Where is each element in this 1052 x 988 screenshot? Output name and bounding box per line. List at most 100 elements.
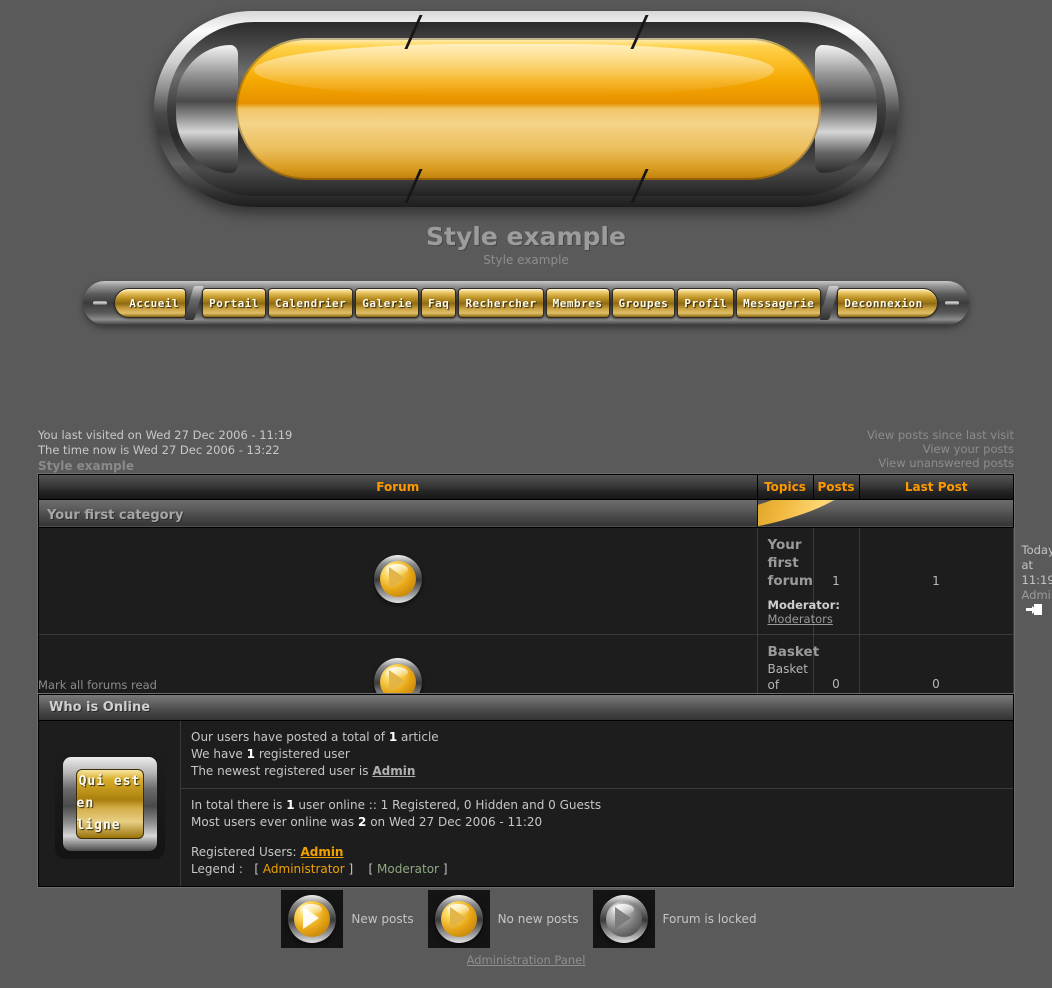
nav-item-label: Portail: [209, 296, 259, 310]
administration-panel-link[interactable]: Administration Panel: [0, 953, 1052, 967]
legend-icon-tile: [281, 890, 344, 948]
legend-moderator[interactable]: Moderator: [377, 862, 439, 876]
nav-item-messagerie[interactable]: Messagerie: [736, 288, 822, 318]
current-time-text: The time now is Wed 27 Dec 2006 - 13:22: [38, 443, 280, 457]
legend-label-no-new-posts: No new posts: [497, 912, 579, 926]
nav-item-label: Deconnexion: [844, 296, 923, 310]
legend-bracket-open: [: [368, 862, 374, 876]
column-header-last-post: Last Post: [859, 475, 1013, 500]
nav-item-label: Messagerie: [743, 296, 815, 310]
nav-item-portail[interactable]: Portail: [202, 288, 266, 318]
new-posts-icon: [288, 895, 337, 943]
view-posts-since-last-visit-link[interactable]: View posts since last visit: [867, 428, 1014, 442]
online-record-count: 2: [358, 815, 367, 829]
legend-line: Legend : [ Administrator ] [ Moderator ]: [191, 861, 1003, 878]
nav-item-membres[interactable]: Membres: [545, 288, 610, 318]
badge-line-1: Qui est: [78, 773, 141, 789]
registered-users-line: We have 1 registered user: [191, 746, 1003, 763]
nav-item-label: Membres: [552, 296, 603, 310]
view-your-posts-link[interactable]: View your posts: [867, 442, 1014, 456]
nav-item-label: Rechercher: [465, 296, 537, 310]
nav-item-calendrier[interactable]: Calendrier: [267, 288, 354, 318]
no-new-posts-icon: [373, 554, 422, 603]
who-is-online-header: Who is Online: [39, 695, 1013, 721]
forum-table-header-row: Forum Topics Posts Last Post: [39, 475, 1013, 500]
legend-bracket-close: ]: [442, 862, 448, 876]
legend-item-forum-locked: Forum is locked: [592, 890, 757, 948]
mark-all-forums-read-link[interactable]: Mark all forums read: [38, 678, 157, 692]
registered-prefix: We have: [191, 747, 243, 761]
newest-user-prefix: The newest registered user is: [191, 764, 369, 778]
who-is-online-panel: Who is Online Qui est en ligne Our users…: [38, 694, 1014, 887]
legend-bracket-open: [: [254, 862, 260, 876]
newest-user-link[interactable]: Admin: [372, 764, 415, 778]
nav-item-label: Galerie: [362, 296, 413, 310]
legend-icon-tile: [592, 890, 655, 948]
newest-user-line: The newest registered user is Admin: [191, 763, 1003, 780]
total-posts-count: 1: [388, 730, 398, 744]
online-user-admin-link[interactable]: Admin: [300, 845, 343, 859]
nav-item-rechercher[interactable]: Rechercher: [458, 288, 544, 318]
banner-gold-pill: [235, 38, 821, 180]
forum-title-link[interactable]: Your first forum: [768, 536, 813, 590]
forum-title-link[interactable]: Basket: [768, 643, 820, 661]
main-navigation: Accueil Portail Calendrier Galerie Faq R…: [0, 267, 1052, 325]
moderator-link[interactable]: Moderators: [768, 612, 833, 626]
nav-separator: [184, 286, 204, 320]
category-label[interactable]: Your first category: [47, 508, 184, 523]
category-decoration: [757, 499, 1013, 528]
nav-item-profil[interactable]: Profil: [677, 288, 735, 318]
legend-label-forum-locked: Forum is locked: [662, 912, 757, 926]
posts-count: 1: [859, 526, 1014, 634]
breadcrumb: Style example: [38, 459, 134, 473]
total-posts-prefix: Our users have posted a total of: [191, 730, 386, 744]
who-is-online-body: Qui est en ligne Our users have posted a…: [39, 721, 1013, 886]
nav-item-faq[interactable]: Faq: [421, 288, 457, 318]
column-header-forum: Forum: [39, 475, 758, 500]
forum-status-icon-cell: [39, 526, 758, 634]
nav-item-groupes[interactable]: Groupes: [611, 288, 676, 318]
who-is-online-text-cell: Our users have posted a total of 1 artic…: [181, 721, 1013, 886]
icon-legend: New posts No new posts Forum is locked: [0, 890, 1052, 948]
legend-item-new-posts: New posts: [281, 890, 414, 948]
site-banner: [0, 0, 1052, 218]
forum-name-cell: Your first forum Moderator: Moderators: [757, 526, 840, 634]
registered-count: 1: [246, 747, 255, 761]
category-row: Your first category: [39, 499, 1013, 528]
legend-bracket-close: ]: [348, 862, 354, 876]
nav-item-galerie[interactable]: Galerie: [355, 288, 420, 318]
moderator-label: Moderator:: [767, 597, 840, 612]
legend-administrator[interactable]: Administrator: [263, 862, 345, 876]
nav-item-label: Groupes: [618, 296, 669, 310]
nav-item-label: Faq: [428, 296, 450, 310]
who-is-online-title: Who is Online: [49, 700, 151, 715]
online-record-suffix: on Wed 27 Dec 2006 - 11:20: [370, 815, 543, 829]
legend-icon-tile: [427, 890, 490, 948]
badge-line-2: en ligne: [76, 795, 121, 833]
column-header-topics: Topics: [757, 475, 814, 500]
last-visit-text: You last visited on Wed 27 Dec 2006 - 11…: [38, 428, 293, 442]
legend-label: Legend :: [191, 862, 243, 876]
nav-item-deconnexion[interactable]: Deconnexion: [837, 288, 938, 318]
nav-item-label: Accueil: [129, 296, 180, 310]
navbar-left-cap: [87, 288, 113, 318]
jump-to-last-post-icon[interactable]: [1025, 604, 1042, 616]
navbar-right-cap: [939, 288, 965, 318]
table-row: Your first forum Moderator: Moderators 1…: [39, 526, 1052, 634]
visit-info-links: View posts since last visit View your po…: [867, 428, 1014, 470]
online-total-line: In total there is 1 user online :: 1 Reg…: [191, 797, 1003, 814]
nav-item-accueil[interactable]: Accueil: [114, 288, 187, 318]
total-posts-suffix: article: [401, 730, 439, 744]
who-is-online-badge-cell: Qui est en ligne: [39, 721, 181, 886]
visit-info-bar: You last visited on Wed 27 Dec 2006 - 11…: [0, 428, 1052, 474]
online-record-prefix: Most users ever online was: [191, 815, 355, 829]
registered-users-label: Registered Users:: [191, 845, 297, 859]
view-unanswered-posts-link[interactable]: View unanswered posts: [867, 456, 1014, 470]
forum-page: Style example Style example Accueil Port…: [0, 0, 1052, 988]
forum-statistics-block: Our users have posted a total of 1 artic…: [181, 721, 1013, 789]
no-new-posts-icon: [434, 895, 483, 943]
last-post-author-name[interactable]: Admin: [1022, 588, 1052, 602]
forum-locked-icon: [599, 895, 648, 943]
banner-graphic: [153, 11, 899, 207]
qui-est-en-ligne-badge-icon: Qui est en ligne: [54, 748, 165, 859]
